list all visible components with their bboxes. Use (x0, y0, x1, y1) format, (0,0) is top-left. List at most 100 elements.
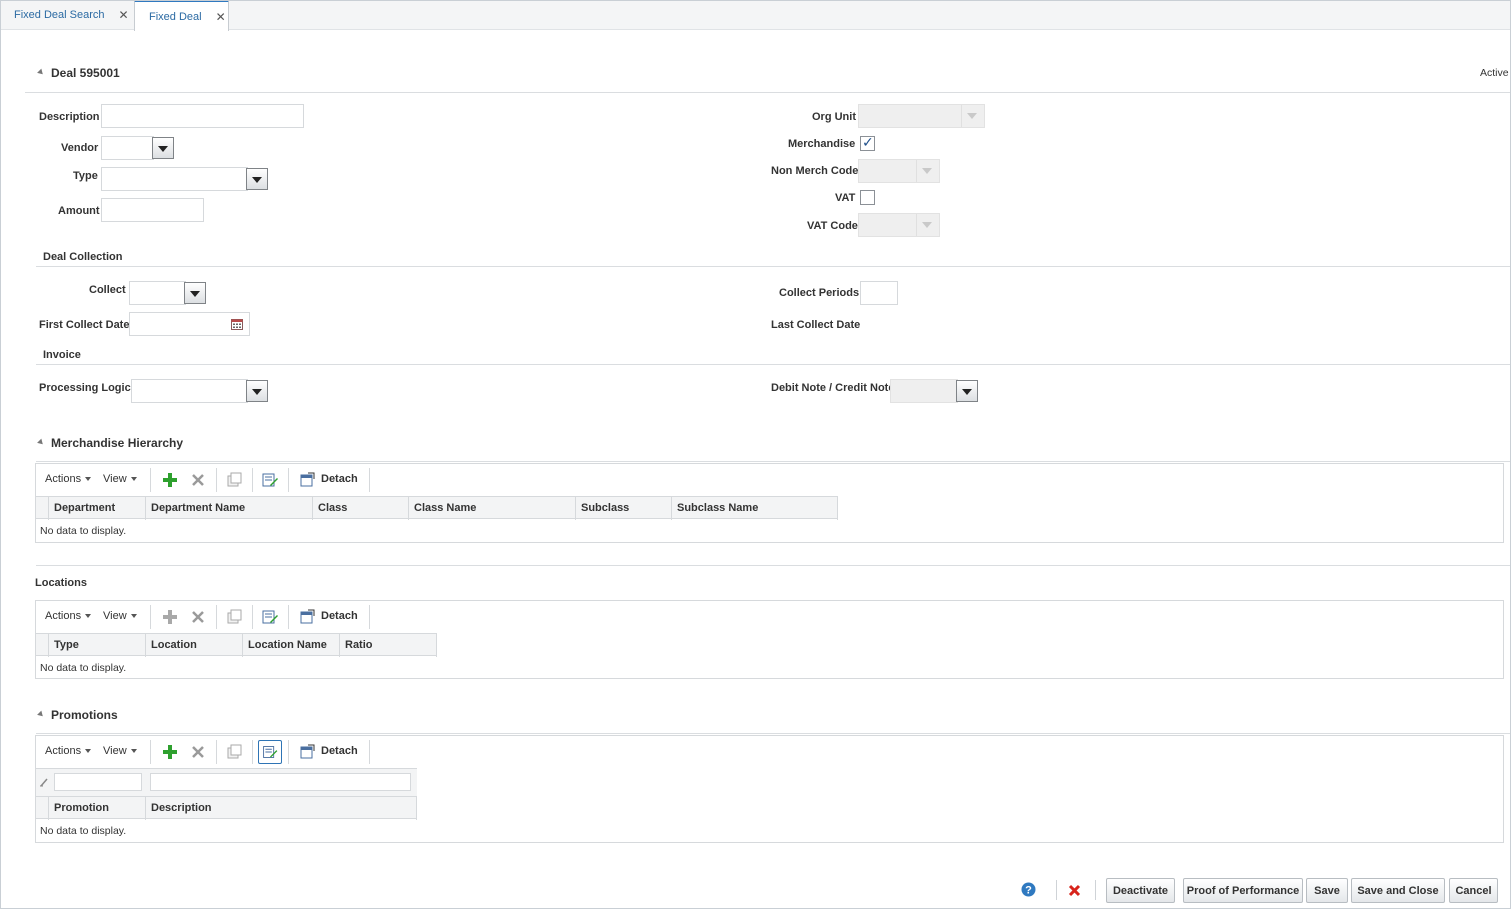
caret-down-icon (85, 477, 92, 482)
column-header[interactable]: Location Name (243, 634, 340, 657)
proof-of-performance-button[interactable]: Proof of Performance (1183, 878, 1303, 903)
collapse-triangle-icon[interactable] (37, 710, 45, 719)
edit-rows-icon[interactable] (261, 471, 279, 489)
view-menu[interactable]: View (103, 745, 137, 757)
edit-rows-icon[interactable] (258, 740, 282, 764)
filter-row (36, 768, 417, 796)
duplicate-icon[interactable] (225, 471, 243, 489)
delete-icon[interactable] (1068, 884, 1081, 897)
view-menu[interactable]: View (103, 473, 137, 485)
toolbar-separator (216, 740, 217, 764)
table-header: Type Location Location Name Ratio (36, 633, 437, 657)
debit-credit-label: Debit Note / Credit Note (771, 382, 895, 394)
column-header[interactable]: Subclass Name (672, 497, 838, 520)
save-and-close-button[interactable]: Save and Close (1351, 878, 1445, 903)
invoice-title: Invoice (43, 349, 81, 361)
description-label: Description (39, 111, 100, 123)
description-input[interactable] (101, 104, 304, 128)
type-dropdown-button[interactable] (246, 168, 268, 190)
collect-select[interactable] (129, 281, 186, 305)
add-icon[interactable] (161, 743, 179, 761)
delete-icon[interactable] (189, 471, 207, 489)
detach-button[interactable]: Detach (321, 610, 358, 622)
column-header[interactable]: Type (49, 634, 146, 657)
caret-down-icon (130, 477, 137, 482)
table-header: Department Department Name Class Class N… (36, 496, 838, 520)
type-label: Type (73, 170, 98, 182)
merch-hierarchy-table: Actions View Detach Department Departmen… (35, 463, 1504, 543)
org-unit-label: Org Unit (812, 111, 856, 123)
column-header[interactable]: Description (146, 797, 417, 820)
column-header[interactable]: Promotion (49, 797, 146, 820)
collect-dropdown-button[interactable] (184, 282, 206, 304)
column-header[interactable]: Class (313, 497, 409, 520)
cancel-button[interactable]: Cancel (1449, 878, 1498, 903)
amount-label: Amount (58, 205, 100, 217)
first-collect-date-input[interactable] (129, 312, 250, 336)
tab-fixed-deal[interactable]: Fixed Deal ✕ (134, 0, 229, 31)
collect-periods-input[interactable] (860, 281, 898, 305)
delete-icon[interactable] (189, 743, 207, 761)
vat-checkbox[interactable] (860, 190, 875, 205)
add-icon[interactable] (161, 608, 179, 626)
duplicate-icon[interactable] (225, 608, 243, 626)
detach-icon[interactable] (300, 744, 315, 759)
collapse-triangle-icon[interactable] (37, 438, 45, 447)
deactivate-button[interactable]: Deactivate (1106, 878, 1175, 903)
actions-menu[interactable]: Actions (45, 745, 92, 757)
footer-separator (1056, 880, 1057, 900)
merch-hierarchy-title: Merchandise Hierarchy (51, 436, 184, 450)
caret-down-icon (130, 749, 137, 754)
edit-rows-icon[interactable] (261, 608, 279, 626)
column-header[interactable]: Class Name (409, 497, 576, 520)
column-header[interactable]: Location (146, 634, 243, 657)
processing-logic-dropdown-button[interactable] (246, 380, 268, 402)
vendor-dropdown-button[interactable] (152, 137, 174, 159)
toolbar-separator (252, 468, 253, 492)
close-icon[interactable]: ✕ (119, 8, 129, 22)
tab-label: Fixed Deal Search (14, 9, 105, 21)
row-header-column (36, 634, 49, 657)
close-icon[interactable]: ✕ (216, 10, 226, 24)
type-select[interactable] (101, 167, 248, 191)
column-header[interactable]: Department (49, 497, 146, 520)
processing-logic-select[interactable] (131, 379, 248, 403)
detach-icon[interactable] (300, 472, 315, 487)
column-header[interactable]: Ratio (340, 634, 437, 657)
column-header[interactable]: Subclass (576, 497, 672, 520)
duplicate-icon[interactable] (225, 743, 243, 761)
help-icon[interactable]: ? (1021, 882, 1036, 897)
column-header[interactable]: Department Name (146, 497, 313, 520)
actions-menu[interactable]: Actions (45, 473, 92, 485)
svg-text:?: ? (1025, 885, 1032, 897)
actions-menu[interactable]: Actions (45, 610, 92, 622)
add-icon[interactable] (161, 471, 179, 489)
caret-down-icon (85, 614, 92, 619)
promotions-title: Promotions (51, 708, 118, 722)
amount-input[interactable] (101, 198, 204, 222)
save-button[interactable]: Save (1306, 878, 1348, 903)
detach-button[interactable]: Detach (321, 745, 358, 757)
merchandise-checkbox[interactable] (860, 134, 875, 151)
last-collect-date-label: Last Collect Date (771, 319, 861, 331)
debit-credit-dropdown-button[interactable] (956, 380, 978, 402)
collapse-triangle-icon[interactable] (37, 68, 45, 77)
caret-down-icon (130, 614, 137, 619)
tab-fixed-deal-search[interactable]: Fixed Deal Search ✕ (0, 0, 134, 30)
vendor-input[interactable] (101, 136, 154, 160)
view-menu[interactable]: View (103, 610, 137, 622)
org-unit-select (858, 104, 985, 128)
page-title: Deal 595001 (51, 66, 120, 80)
description-filter-input[interactable] (150, 773, 411, 791)
delete-icon[interactable] (189, 608, 207, 626)
chevron-down-icon (916, 214, 938, 236)
filter-clear-icon[interactable] (39, 777, 49, 787)
promotion-filter-input[interactable] (54, 773, 142, 791)
vat-label: VAT (835, 192, 856, 204)
calendar-icon[interactable] (231, 319, 243, 330)
merchandise-label: Merchandise (788, 138, 856, 150)
row-header-column (36, 497, 49, 520)
footer-separator (1095, 880, 1096, 900)
detach-icon[interactable] (300, 609, 315, 624)
detach-button[interactable]: Detach (321, 473, 358, 485)
